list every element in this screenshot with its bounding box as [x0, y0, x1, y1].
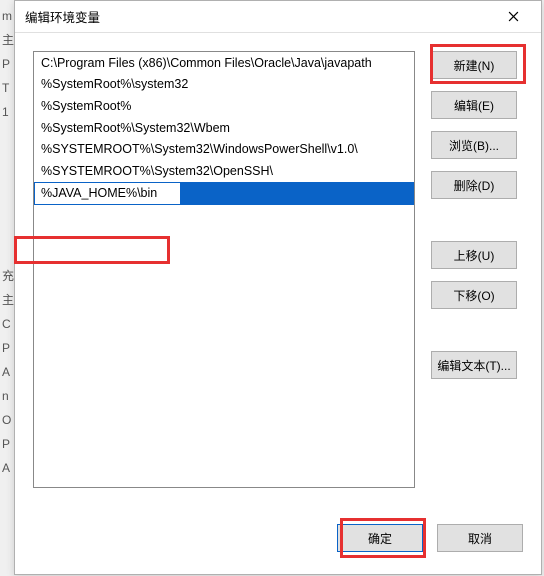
- edittext-button[interactable]: 编辑文本(T)...: [431, 351, 517, 379]
- new-button[interactable]: 新建(N): [431, 51, 517, 79]
- movedown-button-label: 下移(O): [453, 287, 494, 304]
- moveup-button-label: 上移(U): [454, 247, 495, 264]
- close-button[interactable]: [493, 3, 533, 31]
- list-item[interactable]: %SystemRoot%: [34, 95, 414, 117]
- edit-button[interactable]: 编辑(E): [431, 91, 517, 119]
- browse-button-label: 浏览(B)...: [449, 137, 499, 154]
- dialog-footer: 确定 取消: [15, 512, 541, 574]
- browse-button[interactable]: 浏览(B)...: [431, 131, 517, 159]
- path-listbox[interactable]: C:\Program Files (x86)\Common Files\Orac…: [33, 51, 415, 488]
- cancel-button[interactable]: 取消: [437, 524, 523, 552]
- list-item[interactable]: %SystemRoot%\System32\Wbem: [34, 117, 414, 139]
- new-button-label: 新建(N): [454, 57, 495, 74]
- list-item[interactable]: C:\Program Files (x86)\Common Files\Orac…: [34, 52, 414, 74]
- dialog-title: 编辑环境变量: [25, 7, 493, 26]
- dialog-body: C:\Program Files (x86)\Common Files\Orac…: [15, 33, 541, 512]
- delete-button[interactable]: 删除(D): [431, 171, 517, 199]
- list-item[interactable]: %SYSTEMROOT%\System32\OpenSSH\: [34, 160, 414, 182]
- environment-variable-dialog: 编辑环境变量 C:\Program Files (x86)\Common Fil…: [14, 0, 542, 575]
- edit-button-label: 编辑(E): [454, 97, 494, 114]
- close-icon: [508, 11, 519, 22]
- edittext-button-label: 编辑文本(T)...: [437, 357, 510, 374]
- ok-button[interactable]: 确定: [337, 524, 423, 552]
- list-item[interactable]: %SystemRoot%\system32: [34, 74, 414, 96]
- movedown-button[interactable]: 下移(O): [431, 281, 517, 309]
- delete-button-label: 删除(D): [454, 177, 495, 194]
- path-edit-input[interactable]: [34, 182, 181, 205]
- titlebar: 编辑环境变量: [15, 1, 541, 33]
- cancel-button-label: 取消: [468, 530, 492, 547]
- list-item[interactable]: %SYSTEMROOT%\System32\WindowsPowerShell\…: [34, 138, 414, 160]
- list-item-editing[interactable]: [34, 182, 414, 205]
- ok-button-label: 确定: [368, 530, 392, 547]
- side-button-column: 新建(N) 编辑(E) 浏览(B)... 删除(D) 上移(U) 下移(O) 编…: [431, 51, 523, 500]
- moveup-button[interactable]: 上移(U): [431, 241, 517, 269]
